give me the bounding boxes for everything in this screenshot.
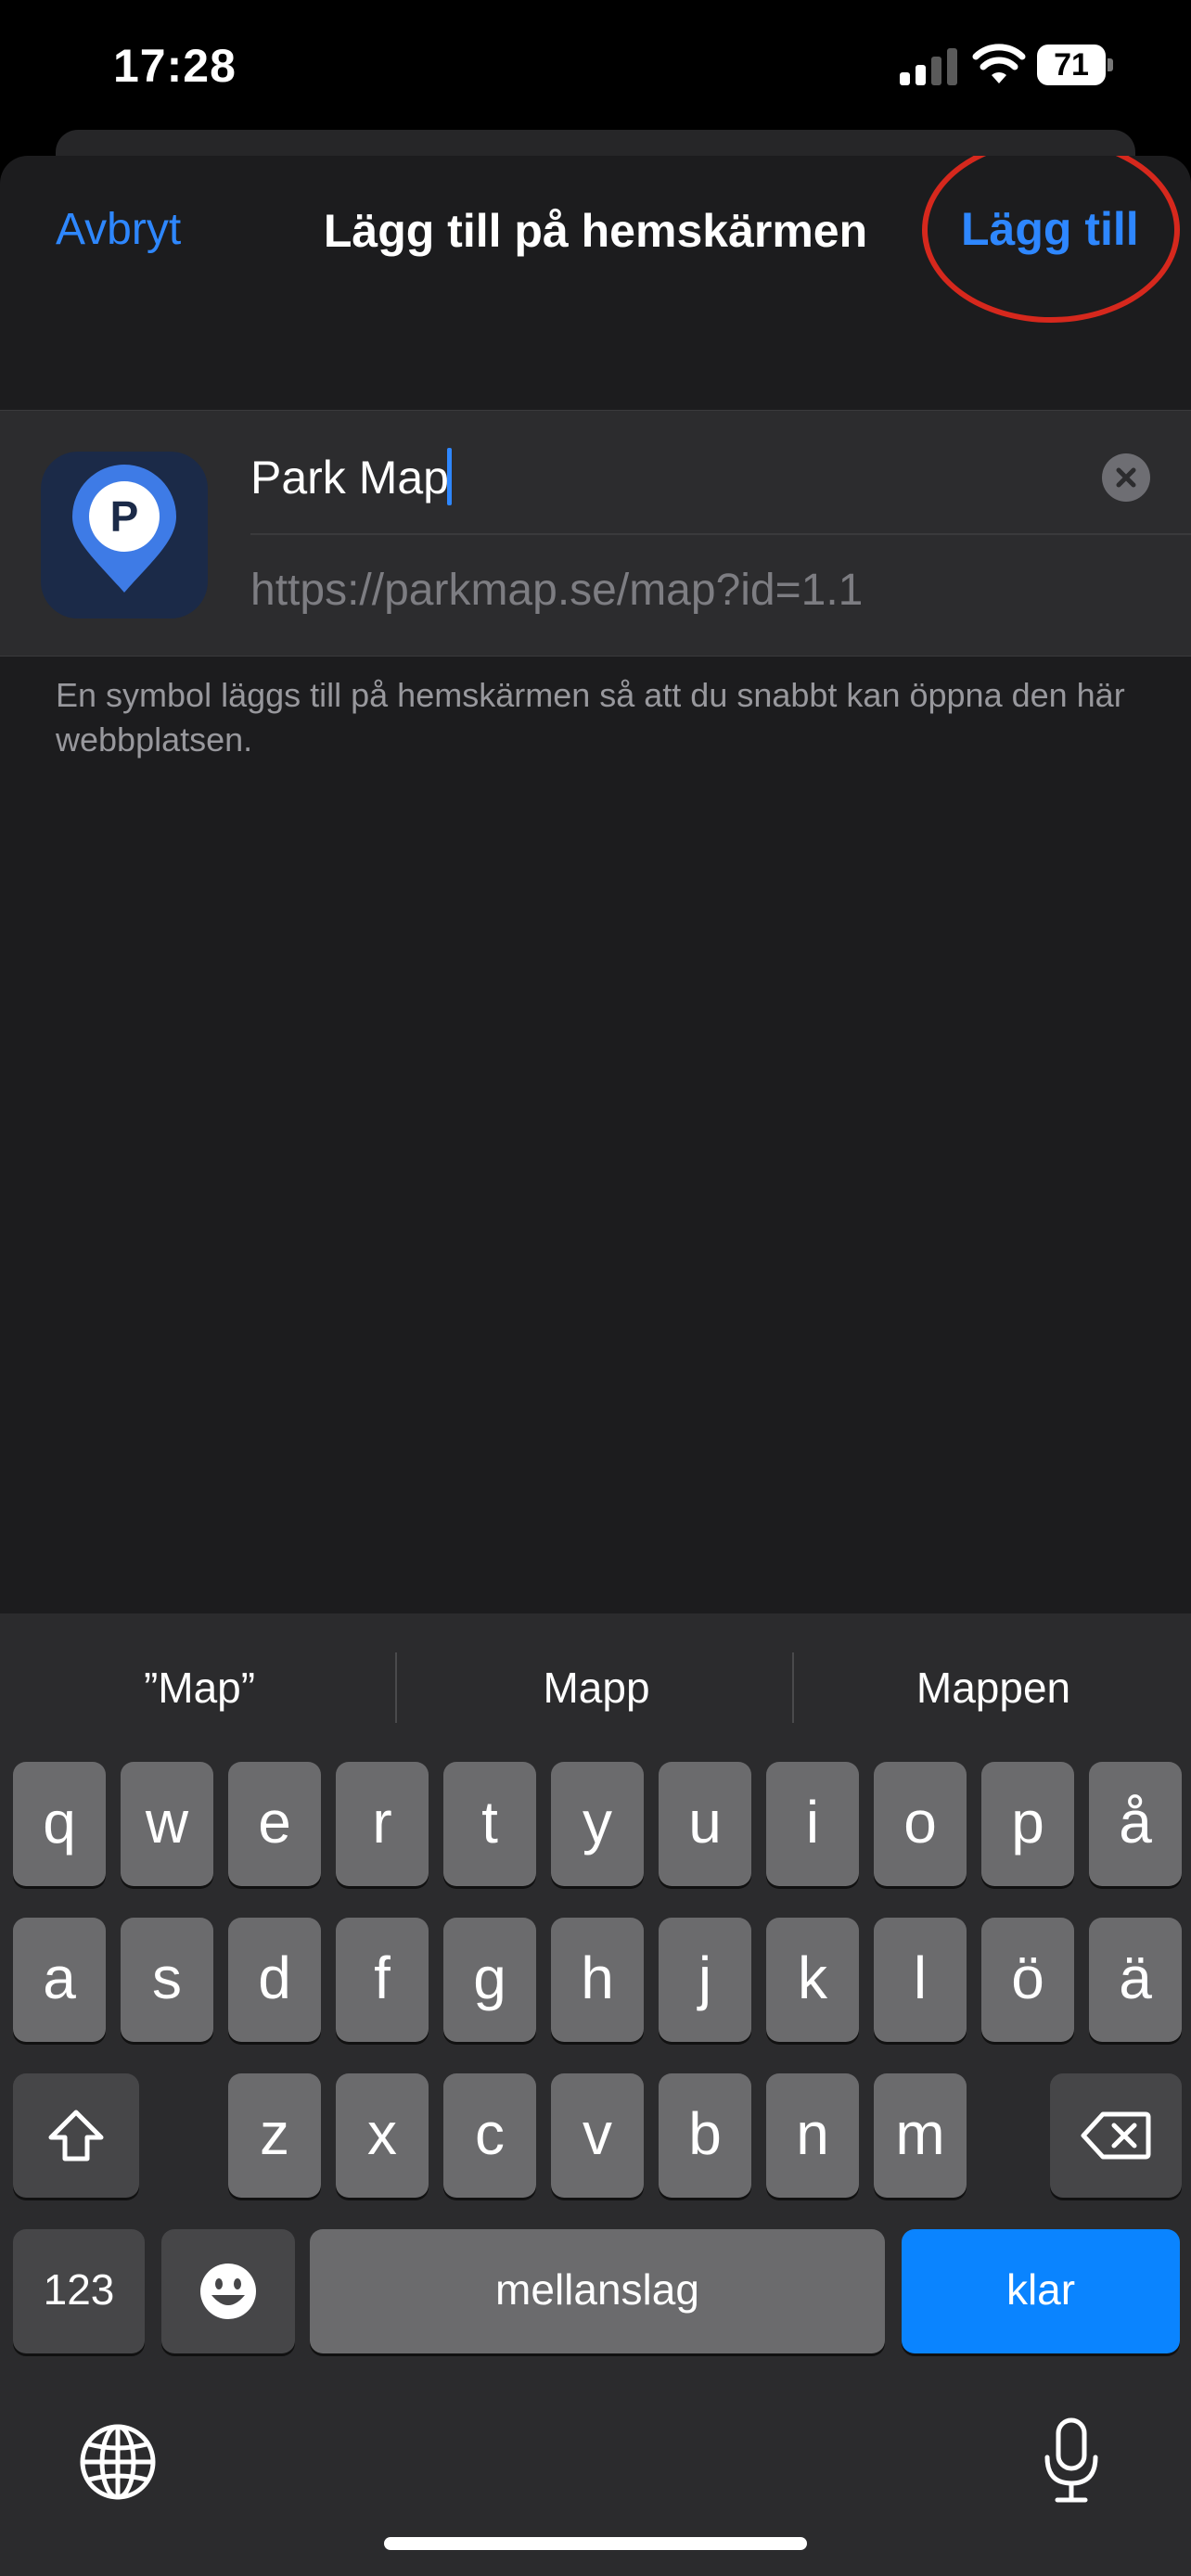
wifi-icon [972, 44, 1026, 83]
battery-level: 71 [1054, 47, 1089, 83]
status-bar: 17:28 71 [0, 0, 1191, 130]
key-x[interactable]: x [336, 2073, 429, 2198]
cancel-button[interactable]: Avbryt [56, 204, 181, 255]
clear-text-button[interactable] [1102, 453, 1150, 502]
icon-letter: P [110, 492, 139, 541]
key-d[interactable]: d [228, 1918, 321, 2042]
key-a[interactable]: a [13, 1918, 106, 2042]
bookmark-form: P https://parkmap.se/map?id=1.1 [0, 410, 1191, 657]
key-w[interactable]: w [121, 1762, 213, 1886]
key-b[interactable]: b [659, 2073, 751, 2198]
battery-icon: 71 [1037, 45, 1113, 85]
emoji-icon [200, 2264, 256, 2319]
key-m[interactable]: m [874, 2073, 967, 2198]
key-v[interactable]: v [551, 2073, 644, 2198]
done-key[interactable]: klar [902, 2229, 1180, 2353]
suggestion-1[interactable]: ”Map” [2, 1651, 397, 1725]
highlight-circle-annotation [922, 156, 1180, 323]
emoji-key[interactable] [161, 2229, 295, 2353]
key-y[interactable]: y [551, 1762, 644, 1886]
key-n[interactable]: n [766, 2073, 859, 2198]
name-input[interactable] [250, 444, 1085, 511]
key-z[interactable]: z [228, 2073, 321, 2198]
keyboard: ”Map” Mapp Mappen q w e r t y u i o p å … [0, 1613, 1191, 2576]
shift-key[interactable] [13, 2073, 139, 2198]
key-e[interactable]: e [228, 1762, 321, 1886]
suggestion-divider [792, 1652, 794, 1723]
key-ouml[interactable]: ö [981, 1918, 1074, 2042]
delete-key[interactable] [1050, 2073, 1182, 2198]
suggestion-3[interactable]: Mappen [796, 1651, 1191, 1725]
key-r[interactable]: r [336, 1762, 429, 1886]
suggestion-divider [395, 1652, 397, 1723]
key-k[interactable]: k [766, 1918, 859, 2042]
key-c[interactable]: c [443, 2073, 536, 2198]
globe-icon[interactable] [78, 2422, 158, 2502]
backspace-icon [1081, 2111, 1151, 2160]
key-p[interactable]: p [981, 1762, 1074, 1886]
url-label: https://parkmap.se/map?id=1.1 [250, 566, 864, 615]
key-aring[interactable]: å [1089, 1762, 1182, 1886]
text-caret [447, 448, 452, 505]
key-l[interactable]: l [874, 1918, 967, 2042]
space-key[interactable]: mellanslag [310, 2229, 885, 2353]
key-g[interactable]: g [443, 1918, 536, 2042]
suggestion-bar: ”Map” Mapp Mappen [0, 1613, 1191, 1762]
key-u[interactable]: u [659, 1762, 751, 1886]
key-j[interactable]: j [659, 1918, 751, 2042]
clear-x-icon [1116, 467, 1136, 488]
status-time: 17:28 [113, 40, 237, 92]
home-indicator[interactable] [384, 2537, 807, 2550]
shift-icon [48, 2110, 104, 2162]
key-i[interactable]: i [766, 1762, 859, 1886]
suggestion-2[interactable]: Mapp [399, 1651, 794, 1725]
key-h[interactable]: h [551, 1918, 644, 2042]
key-t[interactable]: t [443, 1762, 536, 1886]
key-auml[interactable]: ä [1089, 1918, 1182, 2042]
key-f[interactable]: f [336, 1918, 429, 2042]
cellular-signal-icon [900, 48, 957, 85]
parking-pin-icon: P [72, 465, 176, 593]
help-text: En symbol läggs till på hemskärmen så at… [56, 676, 1125, 759]
numbers-key[interactable]: 123 [13, 2229, 145, 2353]
app-icon: P [41, 452, 208, 618]
key-q[interactable]: q [13, 1762, 106, 1886]
microphone-icon[interactable] [1043, 2417, 1100, 2506]
key-s[interactable]: s [121, 1918, 213, 2042]
form-divider [250, 533, 1191, 535]
key-o[interactable]: o [874, 1762, 967, 1886]
